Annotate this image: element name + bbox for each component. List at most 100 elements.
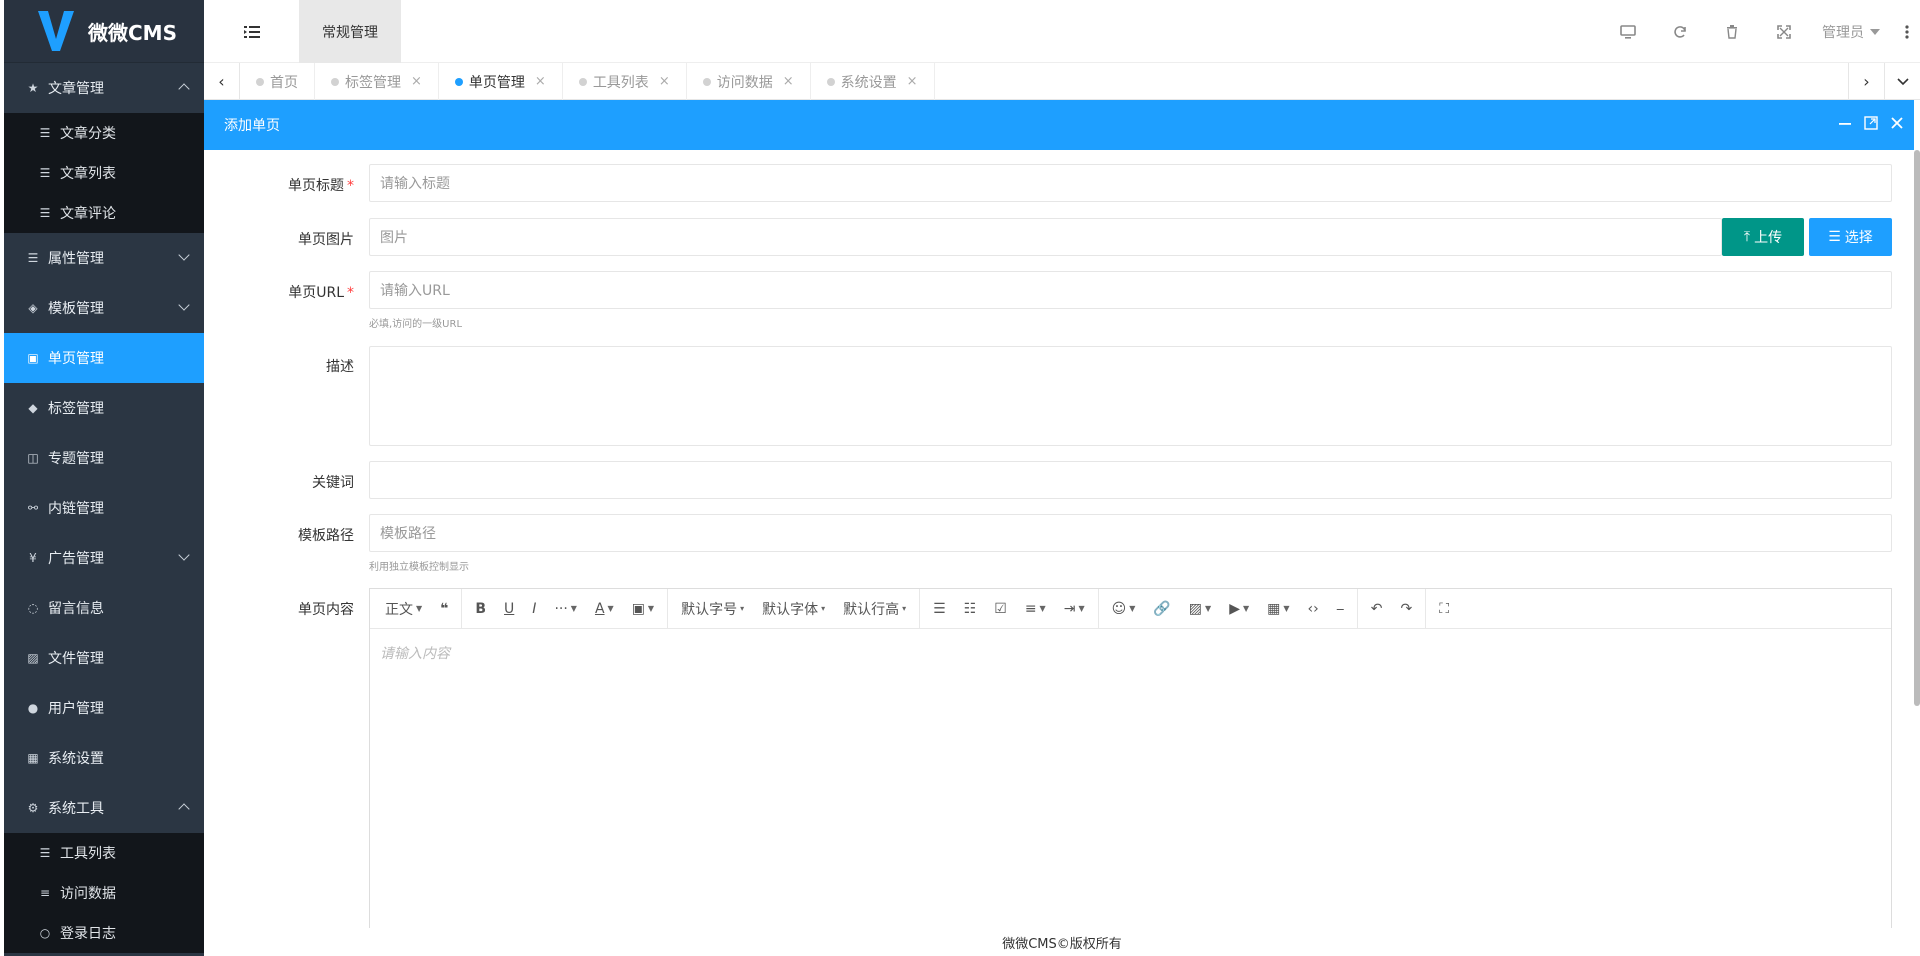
font-size-select[interactable]: 默认字号 ▾ (672, 589, 753, 629)
toolbar-divider (667, 588, 669, 629)
divider-line-icon[interactable]: ⎯ (1328, 589, 1353, 629)
dialog-scrollbar[interactable] (1914, 150, 1920, 706)
title-input[interactable]: 请输入标题 (369, 164, 1892, 202)
required-mark: * (347, 285, 354, 301)
close-icon[interactable]: × (411, 74, 422, 89)
underline-icon[interactable]: U (495, 589, 523, 629)
paragraph-select[interactable]: 正文 ▼ (376, 589, 431, 629)
quote-icon[interactable]: ❝ (431, 589, 457, 629)
sidebar-subitem-article-comments[interactable]: ☰ 文章评论 (4, 193, 204, 233)
indent-icon[interactable]: ⇥ ▼ (1055, 589, 1094, 629)
undo-icon[interactable]: ↶ (1362, 589, 1392, 629)
submenu-articles: ☰ 文章分类 ☰ 文章列表 ☰ 文章评论 (4, 113, 204, 233)
sidebar-item-attributes[interactable]: ☰ 属性管理 (4, 233, 204, 283)
line-height-select[interactable]: 默认行高 ▾ (834, 589, 915, 629)
more-vertical-icon[interactable] (1894, 0, 1920, 63)
font-family-select[interactable]: 默认字体 ▾ (753, 589, 834, 629)
dialog-title: 添加单页 (224, 118, 280, 134)
fullscreen-icon[interactable] (1758, 0, 1810, 63)
sidebar-item-settings[interactable]: ▦ 系统设置 (4, 733, 204, 783)
sidebar-item-label: 单页管理 (48, 351, 104, 367)
sidebar-item-users[interactable]: ● 用户管理 (4, 683, 204, 733)
tab-tools[interactable]: 工具列表 × (563, 63, 687, 100)
background-color-icon[interactable]: ▣ ▼ (623, 589, 663, 629)
menu-toggle-icon[interactable] (244, 25, 260, 43)
sidebar-subitem-label: 访问数据 (60, 886, 116, 902)
sidebar-item-label: 模板管理 (48, 301, 104, 317)
title-label-text: 单页标题 (288, 178, 344, 194)
sidebar-subitem-tool-list[interactable]: ☰ 工具列表 (4, 833, 204, 873)
trash-icon[interactable] (1706, 0, 1758, 63)
close-icon[interactable]: × (783, 74, 794, 89)
redo-icon[interactable]: ↷ (1391, 589, 1421, 629)
rich-text-editor: 正文 ▼ ❝ B U I ··· ▼ A ▼ ▣ ▼ 默认字号 ▾ 默认字体 ▾ 默认行高 ▾… (369, 588, 1892, 928)
logo[interactable]: 微微CMS (4, 0, 204, 63)
tab-home[interactable]: 首页 (240, 63, 315, 100)
sidebar-item-topics[interactable]: ◫ 专题管理 (4, 433, 204, 483)
minimize-icon[interactable] (1838, 116, 1852, 134)
sidebar-item-pages[interactable]: ▣ 单页管理 (4, 333, 204, 383)
url-input[interactable]: 请输入URL (369, 271, 1892, 309)
sidebar-item-tools[interactable]: ⚙ 系统工具 (4, 783, 204, 833)
tabs-scroll-right-icon[interactable]: › (1848, 63, 1884, 100)
sidebar-subitem-visit-data[interactable]: ≡ 访问数据 (4, 873, 204, 913)
insert-table-icon[interactable]: ▦ ▼ (1258, 589, 1298, 629)
tabs-scroll-left-icon[interactable]: ‹ (204, 63, 240, 100)
sidebar-subitem-label: 文章分类 (60, 126, 116, 142)
sidebar-item-ads[interactable]: ¥ 广告管理 (4, 533, 204, 583)
desktop-icon[interactable] (1602, 0, 1654, 63)
database-icon: ≡ (39, 886, 51, 900)
footer: 微微CMS©版权所有 (204, 928, 1920, 956)
tab-visit-data[interactable]: 访问数据 × (687, 63, 811, 100)
sidebar-subitem-label: 文章列表 (60, 166, 116, 182)
close-dialog-icon[interactable] (1890, 116, 1904, 134)
emoji-icon[interactable]: ☺ ▼ (1103, 589, 1145, 629)
sidebar-subitem-article-list[interactable]: ☰ 文章列表 (4, 153, 204, 193)
sidebar-item-links[interactable]: ⚯ 内链管理 (4, 483, 204, 533)
refresh-icon[interactable] (1654, 0, 1706, 63)
tab-dot (454, 77, 463, 86)
align-icon[interactable]: ≡ ▼ (1016, 589, 1055, 629)
top-tab-general[interactable]: 常规管理 (299, 0, 401, 63)
image-input[interactable]: 图片 (369, 218, 1722, 256)
numbered-list-icon[interactable]: ☷ (955, 589, 986, 629)
italic-icon[interactable]: I (523, 589, 545, 629)
tab-pages[interactable]: 单页管理 × (439, 63, 563, 100)
keywords-input[interactable] (369, 461, 1892, 499)
bulleted-list-icon[interactable]: ☰ (924, 589, 955, 629)
sidebar-item-articles[interactable]: ★ 文章管理 (4, 63, 204, 113)
editor-fullscreen-icon[interactable]: ⛶ (1430, 589, 1458, 629)
tab-dot (256, 77, 264, 86)
insert-image-icon[interactable]: ▨ ▼ (1180, 589, 1220, 629)
close-icon[interactable]: × (659, 74, 670, 89)
close-icon[interactable]: × (535, 74, 546, 89)
tab-settings[interactable]: 系统设置 × (811, 63, 935, 100)
select-button[interactable]: ☰ 选择 (1809, 218, 1892, 256)
close-icon[interactable]: × (907, 74, 918, 89)
link-icon[interactable]: 🔗 (1144, 589, 1179, 629)
editor-content-area[interactable]: 请输入内容 (370, 629, 1891, 677)
sidebar-subitem-article-category[interactable]: ☰ 文章分类 (4, 113, 204, 153)
font-color-icon[interactable]: A ▼ (586, 589, 623, 629)
description-textarea[interactable] (369, 346, 1892, 446)
toolbar-divider (461, 588, 463, 629)
upload-button[interactable]: ⤒ 上传 (1722, 218, 1804, 256)
content-label: 单页内容 (298, 602, 354, 618)
sidebar-subitem-login-log[interactable]: ○ 登录日志 (4, 913, 204, 953)
tab-tags[interactable]: 标签管理 × (315, 63, 439, 100)
upload-button-label: 上传 (1754, 230, 1783, 246)
code-icon[interactable]: ‹› (1299, 589, 1328, 629)
sidebar-item-templates[interactable]: ◈ 模板管理 (4, 283, 204, 333)
insert-video-icon[interactable]: ▶ ▼ (1220, 589, 1258, 629)
user-menu[interactable]: 管理员 (1810, 0, 1894, 63)
sidebar-item-messages[interactable]: ◌ 留言信息 (4, 583, 204, 633)
todo-checkbox-icon[interactable]: ☑ (985, 589, 1016, 629)
bold-icon[interactable]: B (466, 589, 495, 629)
maximize-icon[interactable] (1864, 116, 1878, 134)
form-row-url: 单页URL * 请输入URL 必填,访问的一级URL (204, 271, 1892, 331)
sidebar-item-tags[interactable]: ◆ 标签管理 (4, 383, 204, 433)
more-format-icon[interactable]: ··· ▼ (545, 589, 586, 629)
tabs-menu-chevron-down-icon[interactable] (1884, 63, 1920, 100)
sidebar-item-files[interactable]: ▨ 文件管理 (4, 633, 204, 683)
template-input[interactable]: 模板路径 (369, 514, 1892, 552)
